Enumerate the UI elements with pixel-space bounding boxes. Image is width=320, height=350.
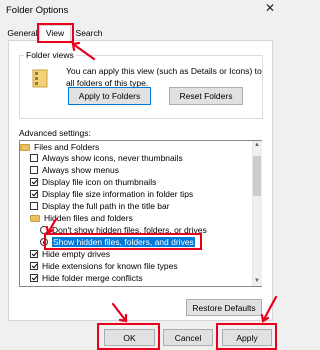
- folder-views-icon: [32, 69, 48, 88]
- annotation-box-ok: [97, 323, 160, 350]
- tree-folder-files-and-folders: Files and Folders: [20, 142, 99, 153]
- list-item-label: Files and Folders: [34, 142, 100, 152]
- tree-folder-hidden-files: Hidden files and folders: [20, 213, 133, 224]
- list-item-label: Hidden files and folders: [44, 213, 133, 223]
- folder-icon: [30, 215, 40, 222]
- checkbox-box[interactable]: [30, 178, 38, 186]
- advanced-settings-label: Advanced settings:: [19, 128, 91, 138]
- checkbox-box[interactable]: [30, 202, 38, 210]
- checkbox-box[interactable]: [30, 190, 38, 198]
- restore-defaults-button[interactable]: Restore Defaults: [186, 299, 262, 316]
- folder-icon: [20, 144, 30, 151]
- checkbox-hide-empty-drives[interactable]: Hide empty drives: [20, 249, 110, 260]
- checkbox-display-file-icon[interactable]: Display file icon on thumbnails: [20, 177, 156, 188]
- list-item-label: Display file size information in folder …: [42, 189, 194, 199]
- scrollbar-thumb[interactable]: [253, 156, 261, 196]
- list-item-label: Hide folder merge conflicts: [42, 273, 143, 283]
- list-item-label: Hide extensions for known file types: [42, 261, 178, 271]
- list-item-label: Always show icons, never thumbnails: [42, 153, 183, 163]
- close-icon[interactable]: ✕: [265, 1, 275, 15]
- checkbox-always-show-icons[interactable]: Always show icons, never thumbnails: [20, 153, 183, 164]
- checkbox-box[interactable]: [30, 250, 38, 258]
- folder-views-description: You can apply this view (such as Details…: [66, 66, 262, 88]
- scroll-down-arrow-icon[interactable]: ▼: [252, 278, 262, 284]
- checkbox-box[interactable]: [30, 274, 38, 282]
- folder-views-legend: Folder views: [24, 50, 76, 60]
- checkbox-hide-merge-conflicts[interactable]: Hide folder merge conflicts: [20, 273, 143, 284]
- cancel-button[interactable]: Cancel: [163, 329, 213, 346]
- checkbox-always-show-menus[interactable]: Always show menus: [20, 165, 119, 176]
- checkbox-hide-extensions[interactable]: Hide extensions for known file types: [20, 261, 178, 272]
- reset-folders-button[interactable]: Reset Folders: [169, 87, 243, 105]
- tab-general[interactable]: General: [6, 26, 39, 40]
- apply-to-folders-button[interactable]: Apply to Folders: [68, 87, 151, 105]
- checkbox-box[interactable]: [30, 262, 38, 270]
- checkbox-display-full-path[interactable]: Display the full path in the title bar: [20, 201, 170, 212]
- list-item-label: Display file icon on thumbnails: [42, 177, 157, 187]
- list-item-label: Always show menus: [42, 165, 120, 175]
- checkbox-box[interactable]: [30, 154, 38, 162]
- annotation-box-show-hidden: [44, 233, 202, 250]
- window-title: Folder Options: [6, 5, 69, 16]
- scroll-up-arrow-icon[interactable]: ▲: [252, 142, 262, 148]
- annotation-box-apply: [216, 323, 277, 350]
- tab-search[interactable]: Search: [71, 26, 107, 40]
- list-item-label: Display the full path in the title bar: [42, 201, 170, 211]
- checkbox-box[interactable]: [30, 166, 38, 174]
- checkbox-display-file-size[interactable]: Display file size information in folder …: [20, 189, 193, 200]
- tab-view[interactable]: View: [39, 25, 71, 41]
- list-item-label: Hide empty drives: [42, 249, 111, 259]
